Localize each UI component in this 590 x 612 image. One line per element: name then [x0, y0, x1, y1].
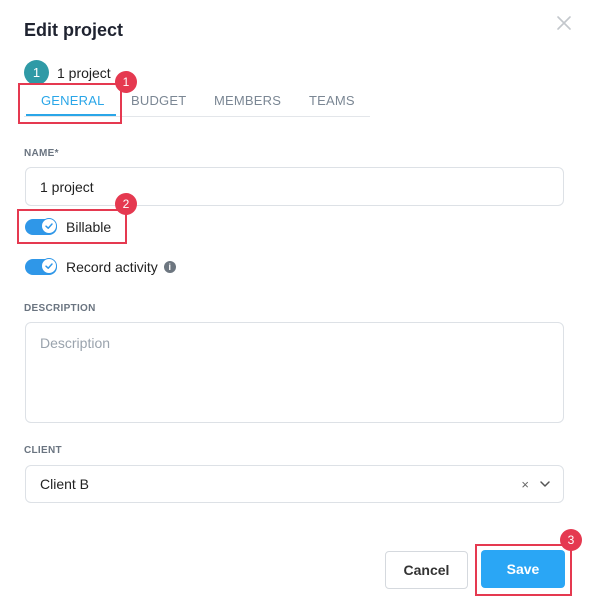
client-label: CLIENT — [24, 445, 62, 456]
description-placeholder: Description — [40, 335, 111, 351]
description-textarea[interactable]: Description — [25, 322, 564, 423]
step-project-name: 1 project — [57, 64, 111, 81]
tab-budget[interactable]: BUDGET — [131, 93, 186, 108]
check-icon — [41, 258, 57, 274]
record-activity-toggle[interactable] — [25, 258, 57, 275]
highlight-box-save — [475, 544, 572, 596]
description-label: DESCRIPTION — [24, 303, 96, 314]
tab-teams[interactable]: TEAMS — [309, 93, 355, 108]
client-select[interactable]: Client B × — [25, 465, 564, 503]
chevron-down-icon[interactable] — [539, 478, 551, 490]
step-number-badge: 1 — [24, 60, 49, 85]
close-icon[interactable] — [555, 14, 573, 32]
annotation-badge-2: 2 — [115, 193, 137, 215]
record-activity-label: Record activity — [66, 259, 158, 275]
tab-members[interactable]: MEMBERS — [214, 93, 281, 108]
cancel-button[interactable]: Cancel — [385, 551, 468, 589]
name-input[interactable]: 1 project — [25, 167, 564, 206]
annotation-badge-1: 1 — [115, 71, 137, 93]
highlight-box-general-tab — [18, 83, 122, 124]
dialog-title: Edit project — [24, 20, 124, 40]
record-activity-row: Record activity i — [25, 258, 176, 275]
annotation-badge-3: 3 — [560, 529, 582, 551]
name-label: NAME* — [24, 148, 59, 159]
name-input-value: 1 project — [40, 178, 94, 195]
highlight-box-billable — [17, 209, 127, 244]
project-step: 1 1 project — [24, 60, 111, 85]
client-select-controls: × — [521, 466, 551, 502]
info-icon[interactable]: i — [163, 261, 176, 273]
clear-icon[interactable]: × — [521, 477, 529, 492]
client-select-value: Client B — [40, 476, 90, 492]
